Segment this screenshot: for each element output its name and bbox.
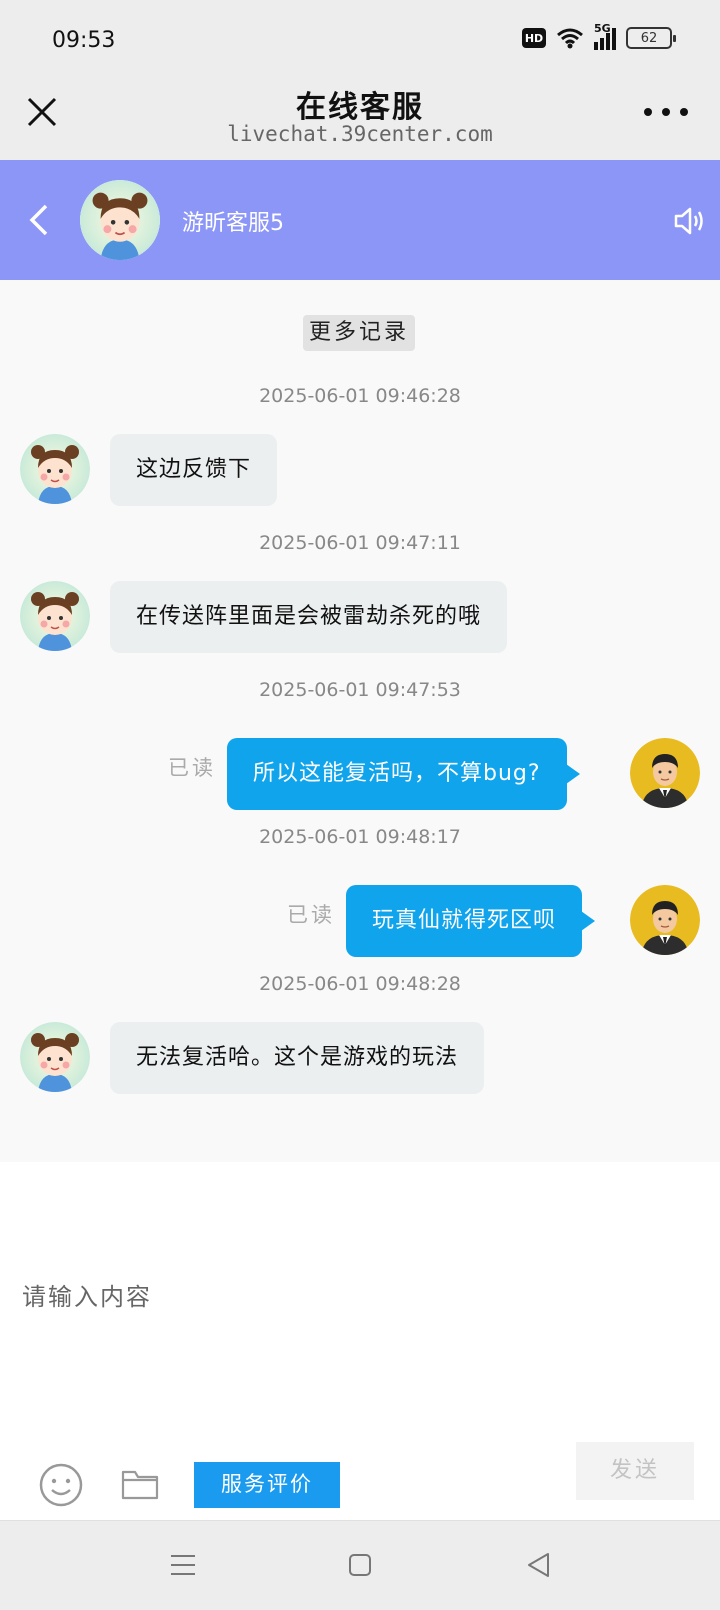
user-message-bubble: 所以这能复活吗，不算bug?	[227, 738, 580, 810]
folder-icon[interactable]	[120, 1466, 160, 1502]
page-url: livechat.39center.com	[227, 122, 493, 146]
more-history-button[interactable]: 更多记录	[303, 315, 416, 351]
input-area: 服务评价 发送	[0, 1162, 720, 1520]
message-timestamp: 2025-06-01 09:48:17	[259, 826, 461, 848]
network-label: 5G	[594, 22, 611, 35]
hd-badge: HD	[522, 28, 546, 48]
user-message-bubble: 玩真仙就得死区呗	[346, 885, 596, 957]
speaker-icon[interactable]	[672, 204, 706, 238]
read-status: 已读	[168, 756, 216, 780]
message-input[interactable]	[22, 1272, 698, 1322]
service-rating-button[interactable]: 服务评价	[194, 1462, 340, 1508]
signal-icon: 5G	[594, 22, 616, 50]
battery-icon: 62	[626, 27, 676, 49]
agent-name: 游昕客服5	[182, 211, 284, 236]
agent-message-bubble: 这边反馈下	[110, 434, 278, 506]
system-nav-bar	[0, 1520, 720, 1610]
agent-avatar	[20, 434, 90, 504]
wifi-icon	[557, 28, 583, 49]
more-dot-icon	[662, 108, 670, 116]
read-status: 已读	[287, 903, 335, 927]
message-timestamp: 2025-06-01 09:47:11	[259, 532, 461, 554]
agent-message-bubble: 无法复活哈。这个是游戏的玩法	[110, 1022, 485, 1094]
message-timestamp: 2025-06-01 09:47:53	[259, 679, 461, 701]
user-avatar	[630, 738, 700, 808]
battery-level: 62	[640, 30, 658, 46]
chat-header: 游昕客服5	[0, 160, 720, 280]
home-icon[interactable]	[348, 1553, 372, 1577]
message-list[interactable]: 更多记录 2025-06-01 09:46:28 这边反馈下 2025-06-0…	[0, 280, 720, 1162]
user-avatar	[630, 885, 700, 955]
page-title: 在线客服	[296, 90, 424, 125]
emoji-icon[interactable]	[38, 1462, 84, 1508]
status-icons: HD 5G 62	[522, 22, 676, 50]
more-options-button[interactable]	[644, 98, 688, 126]
agent-message-bubble: 在传送阵里面是会被雷劫杀死的哦	[110, 581, 508, 653]
send-button[interactable]: 发送	[576, 1442, 694, 1500]
recent-apps-icon[interactable]	[170, 1553, 196, 1577]
agent-avatar	[80, 180, 160, 260]
agent-avatar	[20, 1022, 90, 1092]
message-timestamp: 2025-06-01 09:48:28	[259, 973, 461, 995]
agent-avatar	[20, 581, 90, 651]
message-timestamp: 2025-06-01 09:46:28	[259, 385, 461, 407]
status-time: 09:53	[52, 28, 116, 53]
more-dot-icon	[644, 108, 652, 116]
status-bar: 09:53 HD 5G 62	[0, 0, 720, 80]
browser-title-bar: 在线客服 livechat.39center.com	[0, 80, 720, 160]
more-dot-icon	[680, 108, 688, 116]
back-arrow-icon[interactable]	[24, 202, 54, 238]
system-back-icon[interactable]	[526, 1551, 550, 1579]
